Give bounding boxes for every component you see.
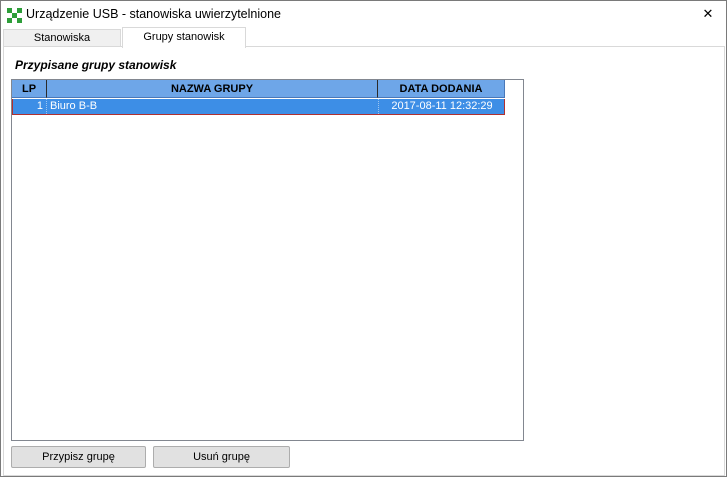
column-header-date[interactable]: DATA DODANIA <box>378 80 505 98</box>
cell-lp: 1 <box>13 99 47 114</box>
assign-group-button[interactable]: Przypisz grupę <box>11 446 146 468</box>
cell-date-added: 2017-08-11 12:32:29 <box>391 100 493 112</box>
grid-header: LP NAZWA GRUPY DATA DODANIA <box>12 80 505 98</box>
groups-grid[interactable]: LP NAZWA GRUPY DATA DODANIA 1 Biuro B-B … <box>11 79 524 441</box>
cell-group-name: Biuro B-B <box>48 99 379 114</box>
dialog-window: Urządzenie USB - stanowiska uwierzytelni… <box>0 0 727 477</box>
tab-grupy-stanowisk[interactable]: Grupy stanowisk <box>122 27 246 48</box>
remove-group-button[interactable]: Usuń grupę <box>153 446 290 468</box>
section-title: Przypisane grupy stanowisk <box>15 58 177 72</box>
close-icon[interactable]: ✕ <box>696 3 720 25</box>
column-header-lp[interactable]: LP <box>12 80 47 98</box>
table-row[interactable]: 1 Biuro B-B 2017-08-11 12:32:29 <box>12 99 505 115</box>
tab-strip: Stanowiska Grupy stanowisk <box>3 27 725 48</box>
checkered-app-icon <box>7 8 22 23</box>
tab-stanowiska[interactable]: Stanowiska <box>3 29 121 47</box>
tab-panel: Przypisane grupy stanowisk LP NAZWA GRUP… <box>3 46 725 476</box>
title-bar[interactable]: Urządzenie USB - stanowiska uwierzytelni… <box>1 1 726 29</box>
window-title: Urządzenie USB - stanowiska uwierzytelni… <box>26 7 281 21</box>
column-header-name[interactable]: NAZWA GRUPY <box>47 80 378 98</box>
